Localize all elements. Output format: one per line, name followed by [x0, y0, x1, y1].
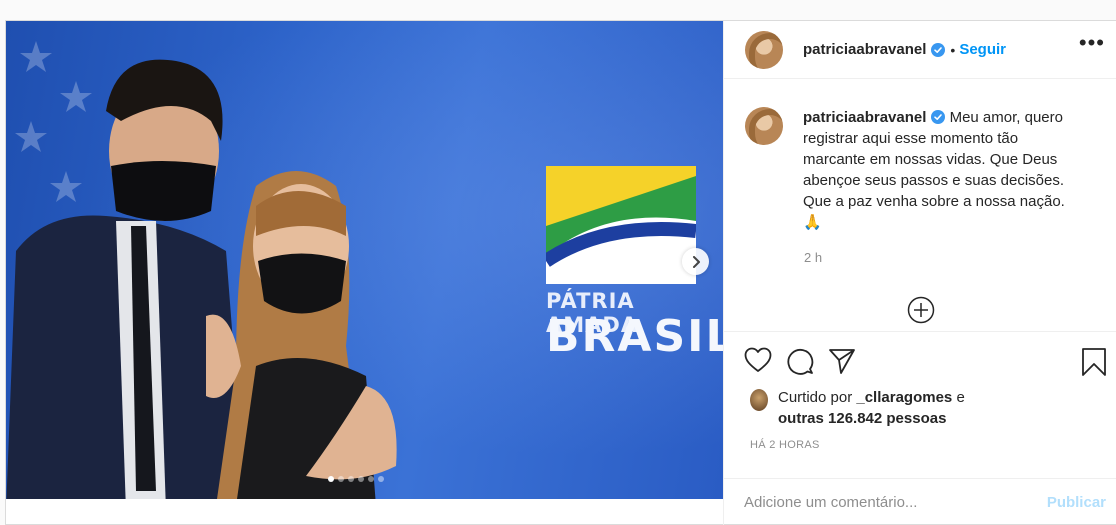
follow-button[interactable]: Seguir	[959, 41, 1006, 58]
carousel-dot	[368, 476, 374, 482]
logo-line2: BRASIL	[546, 311, 723, 362]
woman-figure	[206, 171, 397, 499]
likes-count[interactable]: outras 126.842 pessoas	[778, 410, 946, 427]
verified-icon	[931, 110, 946, 124]
caption-relative-time: 2 h	[804, 250, 823, 265]
chevron-right-icon	[692, 255, 700, 268]
post-side-panel: patriciaabravanel • Seguir ••• patriciaa…	[723, 21, 1116, 525]
likes-prefix: Curtido por	[778, 389, 853, 406]
caption-username[interactable]: patriciaabravanel	[803, 109, 926, 126]
caption-avatar[interactable]	[745, 107, 783, 145]
heart-icon	[744, 347, 772, 372]
patria-amada-logo	[546, 166, 696, 284]
post-header: patriciaabravanel • Seguir •••	[724, 21, 1116, 79]
likes-summary: Curtido por _cllaragomes e outras 126.84…	[750, 387, 965, 429]
liker-username[interactable]: _cllaragomes	[856, 389, 952, 406]
carousel-dot	[358, 476, 364, 482]
add-circle-icon[interactable]	[907, 296, 935, 324]
author-avatar[interactable]	[745, 30, 783, 69]
comment-button[interactable]	[786, 347, 814, 375]
post-card: PÁTRIA AMADA BRASIL patriciaabravanel • …	[5, 20, 1116, 525]
share-icon	[829, 349, 855, 374]
actions-divider	[724, 331, 1116, 332]
likes-text: Curtido por _cllaragomes e outras 126.84…	[778, 387, 965, 429]
bookmark-icon	[1082, 348, 1106, 376]
carousel-next-button[interactable]	[682, 248, 709, 275]
liker-avatar[interactable]	[750, 389, 768, 411]
post-photo[interactable]: PÁTRIA AMADA BRASIL	[6, 21, 723, 499]
more-icon[interactable]: •••	[1079, 32, 1105, 54]
comment-bar: Publicar	[724, 478, 1116, 525]
post-timestamp[interactable]: HÁ 2 HORAS	[750, 439, 820, 451]
like-button[interactable]	[744, 347, 772, 375]
publish-button[interactable]: Publicar	[1047, 494, 1106, 511]
save-button[interactable]	[1081, 347, 1107, 382]
caption-text: Meu amor, quero registrar aqui esse mome…	[803, 109, 1065, 231]
author-username[interactable]: patriciaabravanel	[803, 41, 926, 58]
carousel-indicator	[328, 476, 384, 482]
carousel-dot	[338, 476, 344, 482]
carousel-dot	[348, 476, 354, 482]
carousel-dot	[328, 476, 334, 482]
header-separator: •	[950, 41, 956, 58]
likes-connector: e	[956, 389, 965, 406]
comment-icon	[787, 348, 814, 375]
verified-icon	[931, 42, 946, 57]
caption-body: patriciaabravanel Meu amor, quero regist…	[803, 107, 1073, 233]
share-button[interactable]	[828, 347, 856, 375]
comment-input[interactable]	[744, 494, 1047, 511]
carousel-dot	[378, 476, 384, 482]
action-bar	[744, 347, 856, 375]
post-caption: patriciaabravanel Meu amor, quero regist…	[745, 107, 1105, 233]
